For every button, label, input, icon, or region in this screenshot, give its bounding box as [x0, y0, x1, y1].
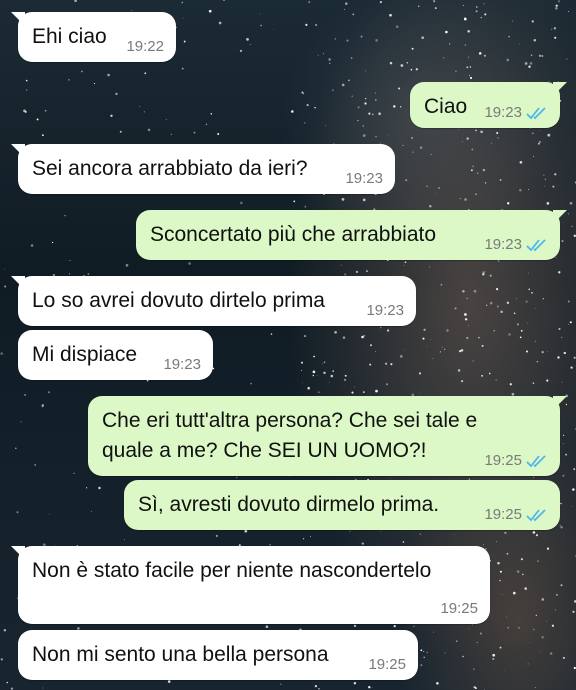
message-time: 19:22	[126, 38, 164, 55]
message-outgoing[interactable]: Sì, avresti dovuto dirmelo prima. 19:25	[124, 480, 560, 530]
message-meta: 19:23	[345, 170, 383, 188]
double-check-icon	[526, 455, 546, 468]
message-text: Non mi sento una bella persona	[32, 643, 329, 666]
message-text: Sei ancora arrabbiato da ieri?	[32, 157, 308, 180]
message-meta: 19:25	[484, 452, 548, 470]
message-outgoing[interactable]: Ciao 19:23	[410, 82, 567, 128]
message-meta: 19:25	[368, 656, 406, 674]
message-time: 19:23	[366, 302, 404, 319]
message-outgoing[interactable]: Che eri tutt'altra persona? Che sei tale…	[88, 396, 567, 476]
message-meta: 19:23	[163, 356, 201, 374]
message-time: 19:23	[163, 356, 201, 373]
message-incoming[interactable]: Sei ancora arrabbiato da ieri? 19:23	[11, 144, 395, 194]
message-incoming[interactable]: Non è stato facile per niente nascondert…	[11, 546, 490, 624]
message-text: Che eri tutt'altra persona? Che sei tale…	[102, 409, 478, 462]
message-time: 19:23	[345, 170, 383, 187]
message-time: 19:25	[368, 656, 406, 673]
message-meta: 19:23	[484, 104, 548, 122]
message-meta: 19:25	[484, 506, 548, 524]
message-incoming[interactable]: Ehi ciao 19:22	[11, 12, 176, 62]
message-text: Non è stato facile per niente nascondert…	[32, 559, 432, 582]
double-check-icon	[526, 107, 546, 120]
message-time: 19:25	[440, 600, 478, 617]
message-meta: 19:23	[484, 236, 548, 254]
message-incoming[interactable]: Lo so avrei dovuto dirtelo prima 19:23	[11, 276, 416, 326]
double-check-icon	[526, 509, 546, 522]
message-incoming[interactable]: Non mi sento una bella persona 19:25	[18, 630, 418, 680]
double-check-icon	[526, 239, 546, 252]
message-meta: 19:23	[366, 302, 404, 320]
message-outgoing[interactable]: Sconcertato più che arrabbiato 19:23	[136, 210, 567, 260]
message-time: 19:23	[484, 236, 522, 253]
message-time: 19:25	[484, 452, 522, 469]
message-meta: 19:22	[126, 38, 164, 56]
message-time: 19:23	[484, 104, 522, 121]
message-incoming[interactable]: Mi dispiace 19:23	[18, 330, 213, 380]
message-time: 19:25	[484, 506, 522, 523]
message-text: Lo so avrei dovuto dirtelo prima	[32, 289, 325, 312]
message-meta: 19:25	[440, 600, 478, 618]
